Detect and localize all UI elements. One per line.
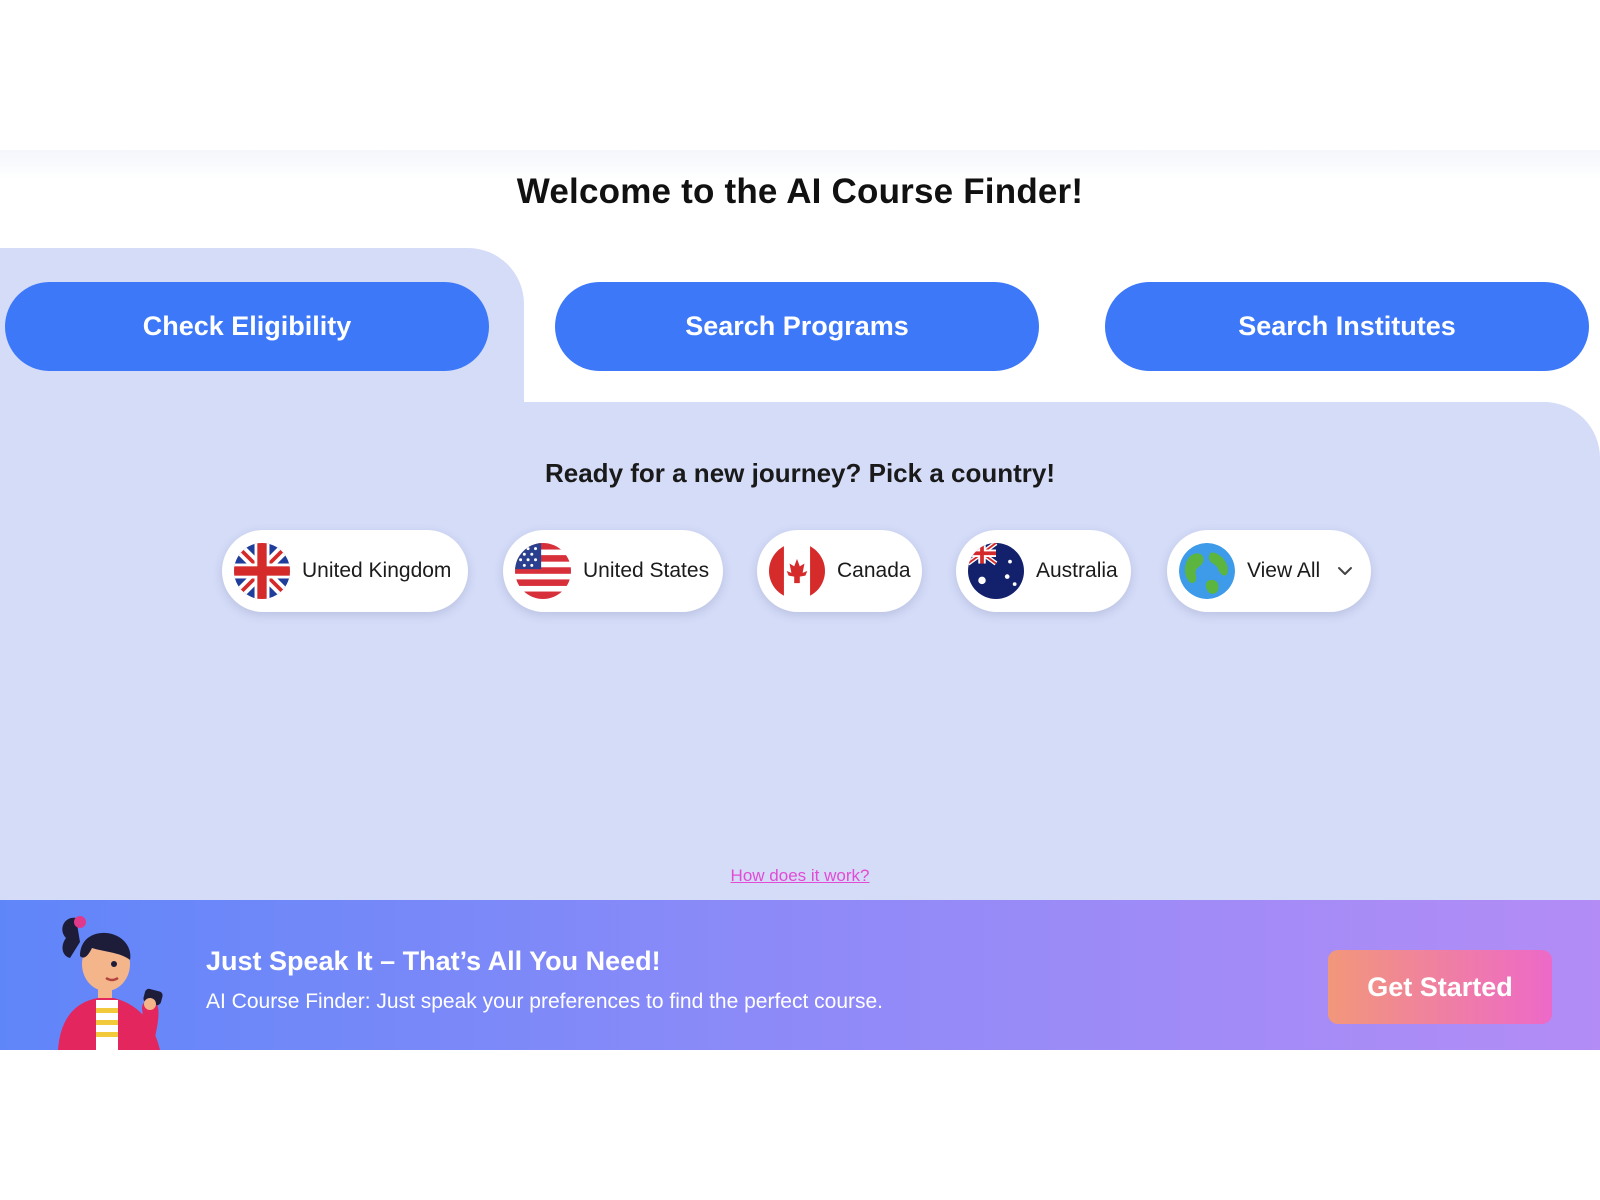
- country-label: Australia: [1036, 559, 1118, 582]
- banner-subtitle: AI Course Finder: Just speak your prefer…: [206, 990, 884, 1013]
- tab-search-institutes[interactable]: Search Institutes: [1105, 282, 1589, 371]
- page-title: Welcome to the AI Course Finder!: [516, 172, 1084, 211]
- uk-flag-icon: [234, 543, 290, 599]
- canada-flag-icon: [769, 543, 825, 599]
- country-pill-united-states[interactable]: United States: [503, 530, 723, 612]
- country-label: United Kingdom: [302, 559, 452, 582]
- tab-check-eligibility[interactable]: Check Eligibility: [5, 282, 489, 371]
- country-label: United States: [583, 559, 710, 582]
- tab-search-programs[interactable]: Search Programs: [555, 282, 1039, 371]
- australia-flag-icon: [968, 543, 1024, 599]
- woman-with-microphone-illustration: [58, 916, 163, 1050]
- view-all-dropdown[interactable]: View All: [1167, 530, 1371, 612]
- banner-title: Just Speak It – That’s All You Need!: [206, 946, 661, 976]
- get-started-button[interactable]: Get Started: [1328, 950, 1552, 1024]
- country-label: Canada: [837, 559, 911, 582]
- country-pill-canada[interactable]: Canada: [757, 530, 922, 612]
- page: Welcome to the AI Course Finder! Check E…: [0, 0, 1600, 1200]
- country-pill-australia[interactable]: Australia: [956, 530, 1131, 612]
- chevron-down-icon: [1338, 567, 1353, 575]
- us-flag-icon: [515, 543, 571, 599]
- country-pill-united-kingdom[interactable]: United Kingdom: [222, 530, 468, 612]
- country-prompt: Ready for a new journey? Pick a country!: [544, 458, 1056, 488]
- globe-icon: [1179, 543, 1235, 599]
- how-it-works-link[interactable]: How does it work?: [0, 866, 1600, 886]
- view-all-label: View All: [1247, 559, 1321, 582]
